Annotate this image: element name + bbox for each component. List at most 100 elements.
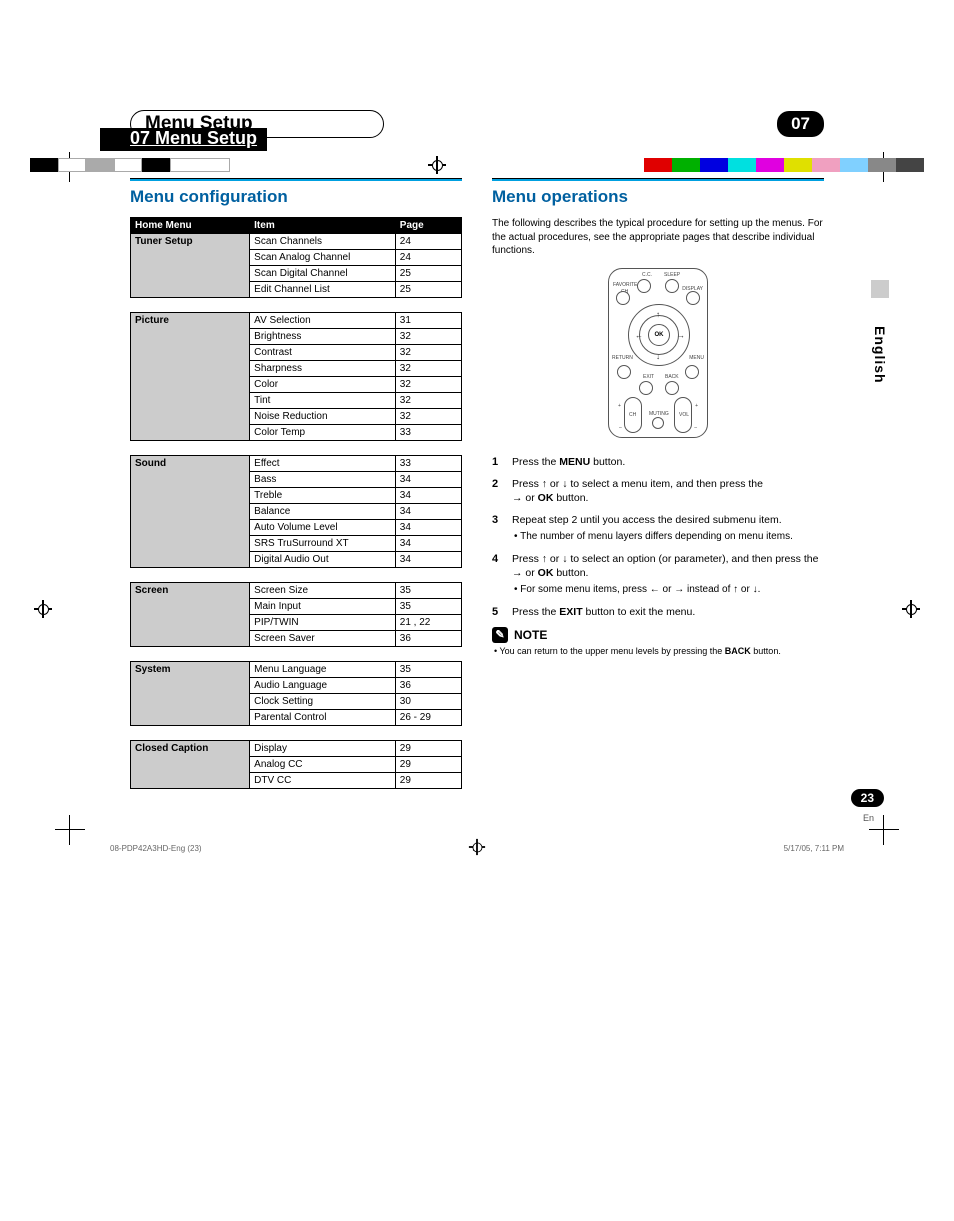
- menu-table: Picture AV Selection 31 Brightness 32 Co…: [130, 312, 462, 441]
- item-cell: Color Temp: [250, 425, 396, 441]
- page-cell: 34: [395, 472, 461, 488]
- page-cell: 25: [395, 282, 461, 298]
- arrow-left-icon: ←: [635, 331, 643, 340]
- remote-diagram: C.C. SLEEP FAVORITE CH DISPLAY OK ↑ ↓ ← …: [608, 268, 708, 438]
- remote-btn: [665, 279, 679, 293]
- page-cell: 32: [395, 361, 461, 377]
- page-cell: 32: [395, 393, 461, 409]
- page-cell: 24: [395, 234, 461, 250]
- table-row: System Menu Language 35: [131, 662, 462, 678]
- remote-btn: [617, 365, 631, 379]
- page-cell: 35: [395, 583, 461, 599]
- page-en-label: En: [863, 813, 874, 823]
- crop-mark: [55, 815, 85, 845]
- remote-ok-button: OK: [648, 324, 670, 346]
- menu-table: System Menu Language 35 Audio Language 3…: [130, 661, 462, 726]
- item-cell: Treble: [250, 488, 396, 504]
- page-cell: 32: [395, 329, 461, 345]
- page-cell: 35: [395, 662, 461, 678]
- th-page: Page: [395, 218, 461, 234]
- page-number: 23: [851, 789, 884, 807]
- table-row: Screen Screen Size 35: [131, 583, 462, 599]
- page-cell: 26 - 29: [395, 710, 461, 726]
- remote-label-muting: MUTING: [649, 411, 669, 417]
- plus-icon: +: [618, 403, 621, 409]
- item-cell: Effect: [250, 456, 396, 472]
- registration-row: [0, 156, 954, 174]
- item-cell: AV Selection: [250, 313, 396, 329]
- remote-label-vol: VOL: [679, 412, 689, 418]
- language-tab: [871, 280, 889, 298]
- remote-btn: [686, 291, 700, 305]
- table-row: Picture AV Selection 31: [131, 313, 462, 329]
- item-cell: Audio Language: [250, 678, 396, 694]
- right-column: Menu operations The following describes …: [492, 178, 824, 803]
- menu-table: Home Menu Item Page Tuner Setup Scan Cha…: [130, 217, 462, 298]
- step-3: Repeat step 2 until you access the desir…: [492, 513, 824, 544]
- item-cell: Balance: [250, 504, 396, 520]
- page-cell: 34: [395, 552, 461, 568]
- remote-label-favorite: FAVORITE: [613, 282, 637, 288]
- item-cell: Digital Audio Out: [250, 552, 396, 568]
- item-cell: Bass: [250, 472, 396, 488]
- menu-configuration-heading: Menu configuration: [130, 187, 462, 207]
- section-cell: Picture: [131, 313, 250, 441]
- page-cell: 33: [395, 425, 461, 441]
- item-cell: Parental Control: [250, 710, 396, 726]
- remote-btn: [685, 365, 699, 379]
- page-cell: 34: [395, 504, 461, 520]
- arrow-right-icon: →: [674, 584, 684, 595]
- note-icon: ✎: [492, 627, 508, 643]
- page-cell: 34: [395, 520, 461, 536]
- th-home: Home Menu: [131, 218, 250, 234]
- item-cell: Screen Saver: [250, 631, 396, 647]
- language-label: English: [872, 326, 888, 384]
- table-row: Tuner Setup Scan Channels 24: [131, 234, 462, 250]
- page-cell: 25: [395, 266, 461, 282]
- page-cell: 33: [395, 456, 461, 472]
- table-row: Sound Effect 33: [131, 456, 462, 472]
- remote-label-exit: EXIT: [643, 374, 654, 380]
- registration-mark: [469, 839, 485, 855]
- steps-list: Press the MENU button. Press ↑ or ↓ to s…: [492, 455, 824, 619]
- footer-right: 5/17/05, 7:11 PM: [784, 844, 844, 853]
- plus-icon: +: [695, 403, 698, 409]
- arrow-up-icon: ↑: [656, 310, 660, 319]
- remote-btn: [637, 279, 651, 293]
- registration-mark: [428, 156, 446, 174]
- item-cell: Sharpness: [250, 361, 396, 377]
- item-cell: Scan Channels: [250, 234, 396, 250]
- note-heading: ✎ NOTE: [492, 627, 824, 643]
- step-1: Press the MENU button.: [492, 455, 824, 469]
- remote-label-menu: MENU: [689, 355, 704, 361]
- item-cell: Analog CC: [250, 757, 396, 773]
- item-cell: Brightness: [250, 329, 396, 345]
- remote-label-cc: C.C.: [642, 272, 652, 278]
- remote-btn: [652, 417, 664, 429]
- footer-left: 08-PDP42A3HD-Eng (23): [110, 844, 202, 853]
- page-cell: 29: [395, 773, 461, 789]
- remote-btn: [639, 381, 653, 395]
- page-cell: 32: [395, 377, 461, 393]
- item-cell: Scan Digital Channel: [250, 266, 396, 282]
- section-bookmark: 07 Menu Setup: [100, 128, 267, 151]
- remote-label-back: BACK: [665, 374, 679, 380]
- item-cell: Screen Size: [250, 583, 396, 599]
- table-row: Closed Caption Display 29: [131, 741, 462, 757]
- color-bar-left: [30, 158, 230, 172]
- item-cell: Main Input: [250, 599, 396, 615]
- page-cell: 21 , 22: [395, 615, 461, 631]
- minus-icon: –: [694, 425, 697, 431]
- item-cell: Auto Volume Level: [250, 520, 396, 536]
- language-sidebar: English: [871, 280, 889, 384]
- section-divider: [130, 178, 462, 181]
- item-cell: Contrast: [250, 345, 396, 361]
- section-divider: [492, 178, 824, 181]
- remote-label-sleep: SLEEP: [664, 272, 680, 278]
- section-cell: Tuner Setup: [131, 234, 250, 298]
- item-cell: Menu Language: [250, 662, 396, 678]
- page-cell: 34: [395, 536, 461, 552]
- remote-label-return: RETURN: [612, 355, 633, 361]
- intro-paragraph: The following describes the typical proc…: [492, 217, 824, 258]
- arrow-right-icon: →: [512, 492, 523, 504]
